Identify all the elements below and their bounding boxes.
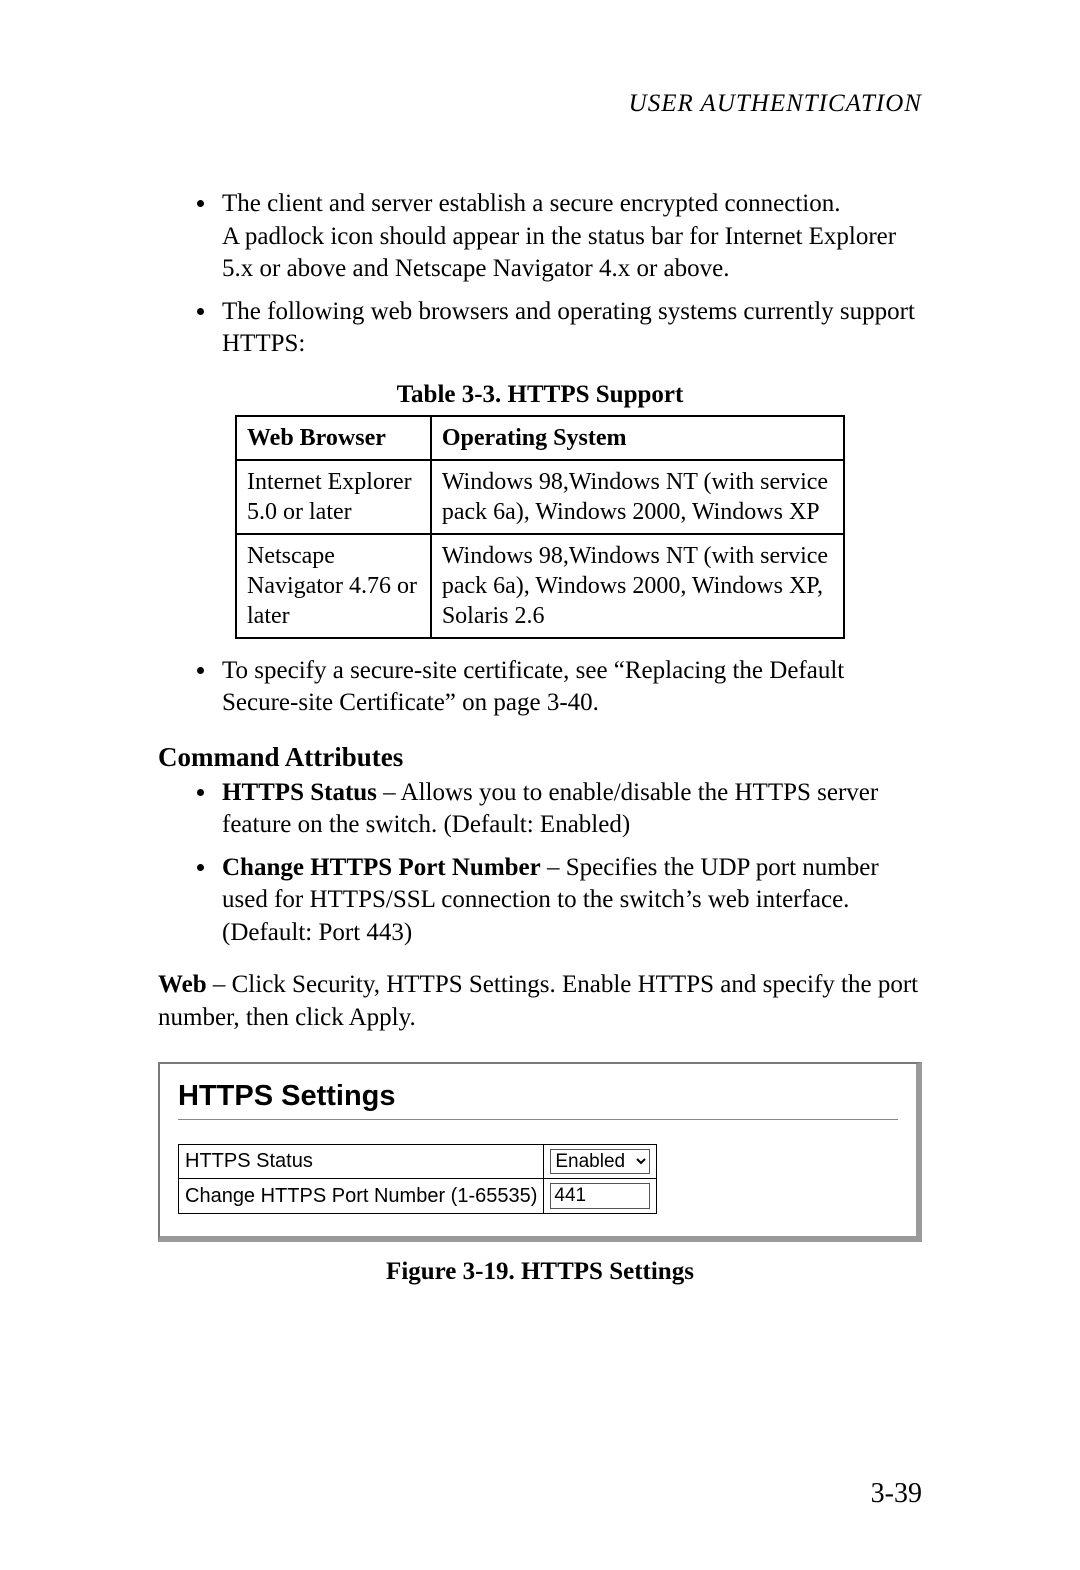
panel-divider xyxy=(178,1119,898,1120)
table-header-row: Web Browser Operating System xyxy=(236,416,844,460)
https-status-select[interactable]: Enabled xyxy=(550,1149,650,1174)
web-rest: – Click Security, HTTPS Settings. Enable… xyxy=(158,971,918,1031)
table-row: Internet Explorer 5.0 or later Windows 9… xyxy=(236,460,844,534)
list-item: Change HTTPS Port Number – Specifies the… xyxy=(218,852,922,950)
bullet-text: The following web browsers and operating… xyxy=(222,298,915,358)
running-header: USER AUTHENTICATION xyxy=(158,90,922,118)
col-header-browser: Web Browser xyxy=(236,416,431,460)
figure-caption: Figure 3-19. HTTPS Settings xyxy=(158,1258,922,1286)
cert-bullet-list: To specify a secure-site certificate, se… xyxy=(158,655,922,720)
form-row: Change HTTPS Port Number (1-65535) xyxy=(179,1179,657,1214)
https-port-cell xyxy=(544,1179,657,1214)
list-item: The client and server establish a secure… xyxy=(218,188,922,286)
cell-os: Windows 98,Windows NT (with service pack… xyxy=(431,460,844,534)
settings-form-table: HTTPS Status Enabled Change HTTPS Port N… xyxy=(178,1144,657,1214)
https-status-cell: Enabled xyxy=(544,1145,657,1179)
attr-name: HTTPS Status xyxy=(222,779,377,806)
page-number: 3-39 xyxy=(871,1478,922,1510)
bullet-text: To specify a secure-site certificate, se… xyxy=(222,657,844,717)
web-paragraph: Web – Click Security, HTTPS Settings. En… xyxy=(158,969,922,1034)
https-port-input[interactable] xyxy=(550,1183,650,1209)
https-settings-panel: HTTPS Settings HTTPS Status Enabled Chan… xyxy=(158,1062,922,1242)
list-item: The following web browsers and operating… xyxy=(218,296,922,361)
attr-name: Change HTTPS Port Number xyxy=(222,854,541,881)
cell-browser: Internet Explorer 5.0 or later xyxy=(236,460,431,534)
cell-browser: Netscape Navigator 4.76 or later xyxy=(236,534,431,638)
bullet-text: The client and server establish a secure… xyxy=(222,190,840,217)
web-runin: Web xyxy=(158,971,207,998)
form-row: HTTPS Status Enabled xyxy=(179,1145,657,1179)
panel-title: HTTPS Settings xyxy=(178,1080,898,1113)
https-status-label: HTTPS Status xyxy=(179,1145,544,1179)
table-row: Netscape Navigator 4.76 or later Windows… xyxy=(236,534,844,638)
bullet-text: A padlock icon should appear in the stat… xyxy=(222,223,896,283)
list-item: HTTPS Status – Allows you to enable/disa… xyxy=(218,777,922,842)
https-port-label: Change HTTPS Port Number (1-65535) xyxy=(179,1179,544,1214)
cell-os: Windows 98,Windows NT (with service pack… xyxy=(431,534,844,638)
https-support-table: Web Browser Operating System Internet Ex… xyxy=(235,415,845,639)
command-attributes-list: HTTPS Status – Allows you to enable/disa… xyxy=(158,777,922,950)
command-attributes-heading: Command Attributes xyxy=(158,742,922,773)
list-item: To specify a secure-site certificate, se… xyxy=(218,655,922,720)
col-header-os: Operating System xyxy=(431,416,844,460)
table-caption: Table 3-3. HTTPS Support xyxy=(158,381,922,409)
intro-bullets: The client and server establish a secure… xyxy=(158,188,922,361)
